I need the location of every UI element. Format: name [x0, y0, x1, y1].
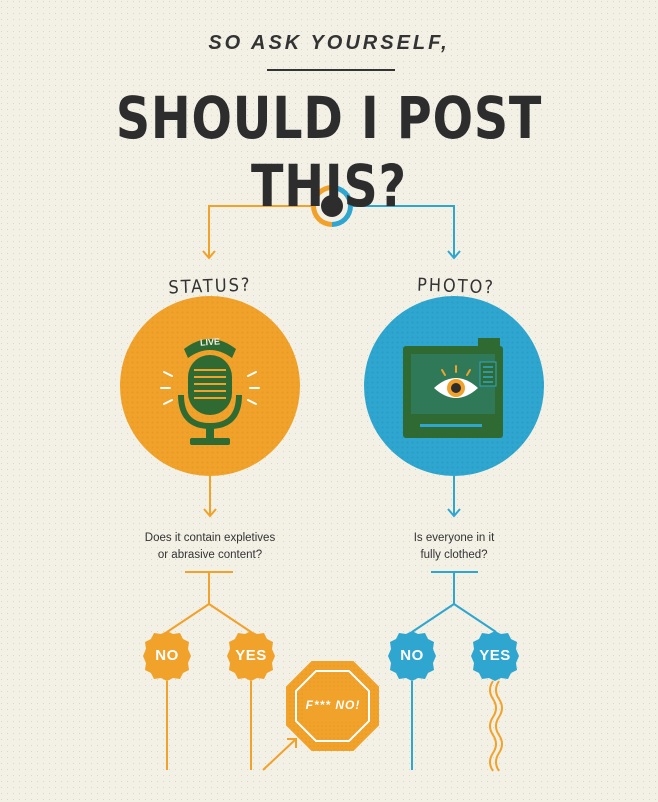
infographic: SO ASK YOURSELF, SHOULD I POST THIS? STA…	[0, 0, 658, 802]
stop-sign-label: F*** NO!	[305, 698, 361, 712]
photo-no-label: NO	[400, 647, 424, 664]
photo-question: Is everyone in it fully clothed?	[354, 530, 554, 564]
status-yes-label: YES	[235, 647, 267, 664]
status-question: Does it contain expletives or abrasive c…	[110, 530, 310, 564]
page-title: SHOULD I POST THIS?	[115, 84, 543, 220]
photo-question-line1: Is everyone in it	[413, 532, 495, 544]
photo-question-line2: fully clothed?	[420, 549, 488, 561]
header-subtitle: SO ASK YOURSELF,	[208, 32, 450, 54]
status-question-line2: or abrasive content?	[157, 549, 263, 561]
status-no-label: NO	[155, 647, 179, 664]
status-question-line1: Does it contain expletives	[144, 532, 276, 544]
photo-yes-label: YES	[479, 647, 511, 664]
camera-icon	[403, 338, 503, 438]
